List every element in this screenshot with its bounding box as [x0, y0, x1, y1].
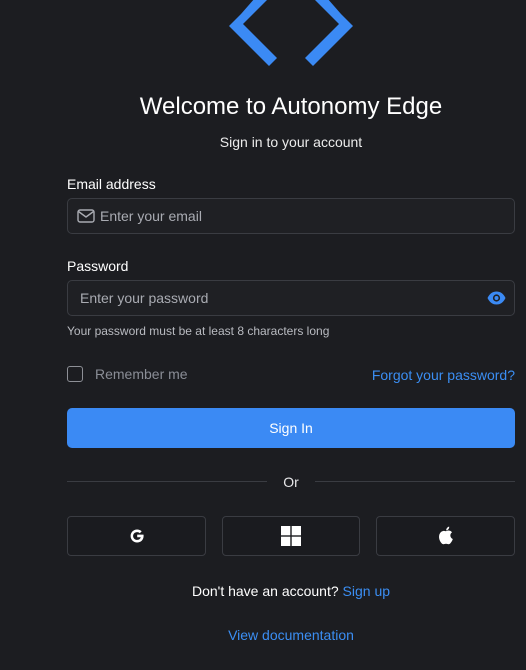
signup-row: Don't have an account? Sign up	[0, 582, 526, 600]
signup-prompt: Don't have an account?	[191, 583, 339, 599]
email-field-container	[67, 198, 515, 234]
password-label: Password	[67, 258, 129, 274]
forgot-password-link[interactable]: Forgot your password?	[372, 366, 515, 384]
google-sign-in-button[interactable]	[67, 516, 206, 556]
sign-in-button[interactable]: Sign In	[67, 408, 515, 448]
divider-right	[315, 481, 515, 482]
password-hint: Your password must be at least 8 charact…	[67, 324, 330, 338]
divider-or-text: Or	[283, 474, 299, 490]
remember-me-checkbox[interactable]	[67, 366, 83, 382]
password-input[interactable]	[80, 281, 480, 315]
page-title: Welcome to Autonomy Edge	[139, 93, 443, 120]
google-icon	[130, 529, 144, 543]
microsoft-icon	[281, 526, 301, 546]
apple-sign-in-button[interactable]	[376, 516, 515, 556]
login-page: Welcome to Autonomy Edge Sign in to your…	[0, 0, 526, 670]
email-label: Email address	[67, 176, 156, 192]
divider-left	[67, 481, 267, 482]
view-documentation-link[interactable]: View documentation	[0, 626, 526, 644]
eye-icon[interactable]	[487, 291, 506, 305]
mail-icon	[77, 209, 95, 223]
password-field-container	[67, 280, 515, 316]
page-subtitle: Sign in to your account	[219, 134, 363, 150]
remember-me-label[interactable]: Remember me	[95, 365, 188, 383]
email-input[interactable]	[100, 199, 500, 233]
autonomy-edge-logo-icon	[229, 0, 353, 66]
apple-icon	[438, 526, 453, 545]
sign-up-link[interactable]: Sign up	[343, 583, 390, 599]
microsoft-sign-in-button[interactable]	[222, 516, 360, 556]
